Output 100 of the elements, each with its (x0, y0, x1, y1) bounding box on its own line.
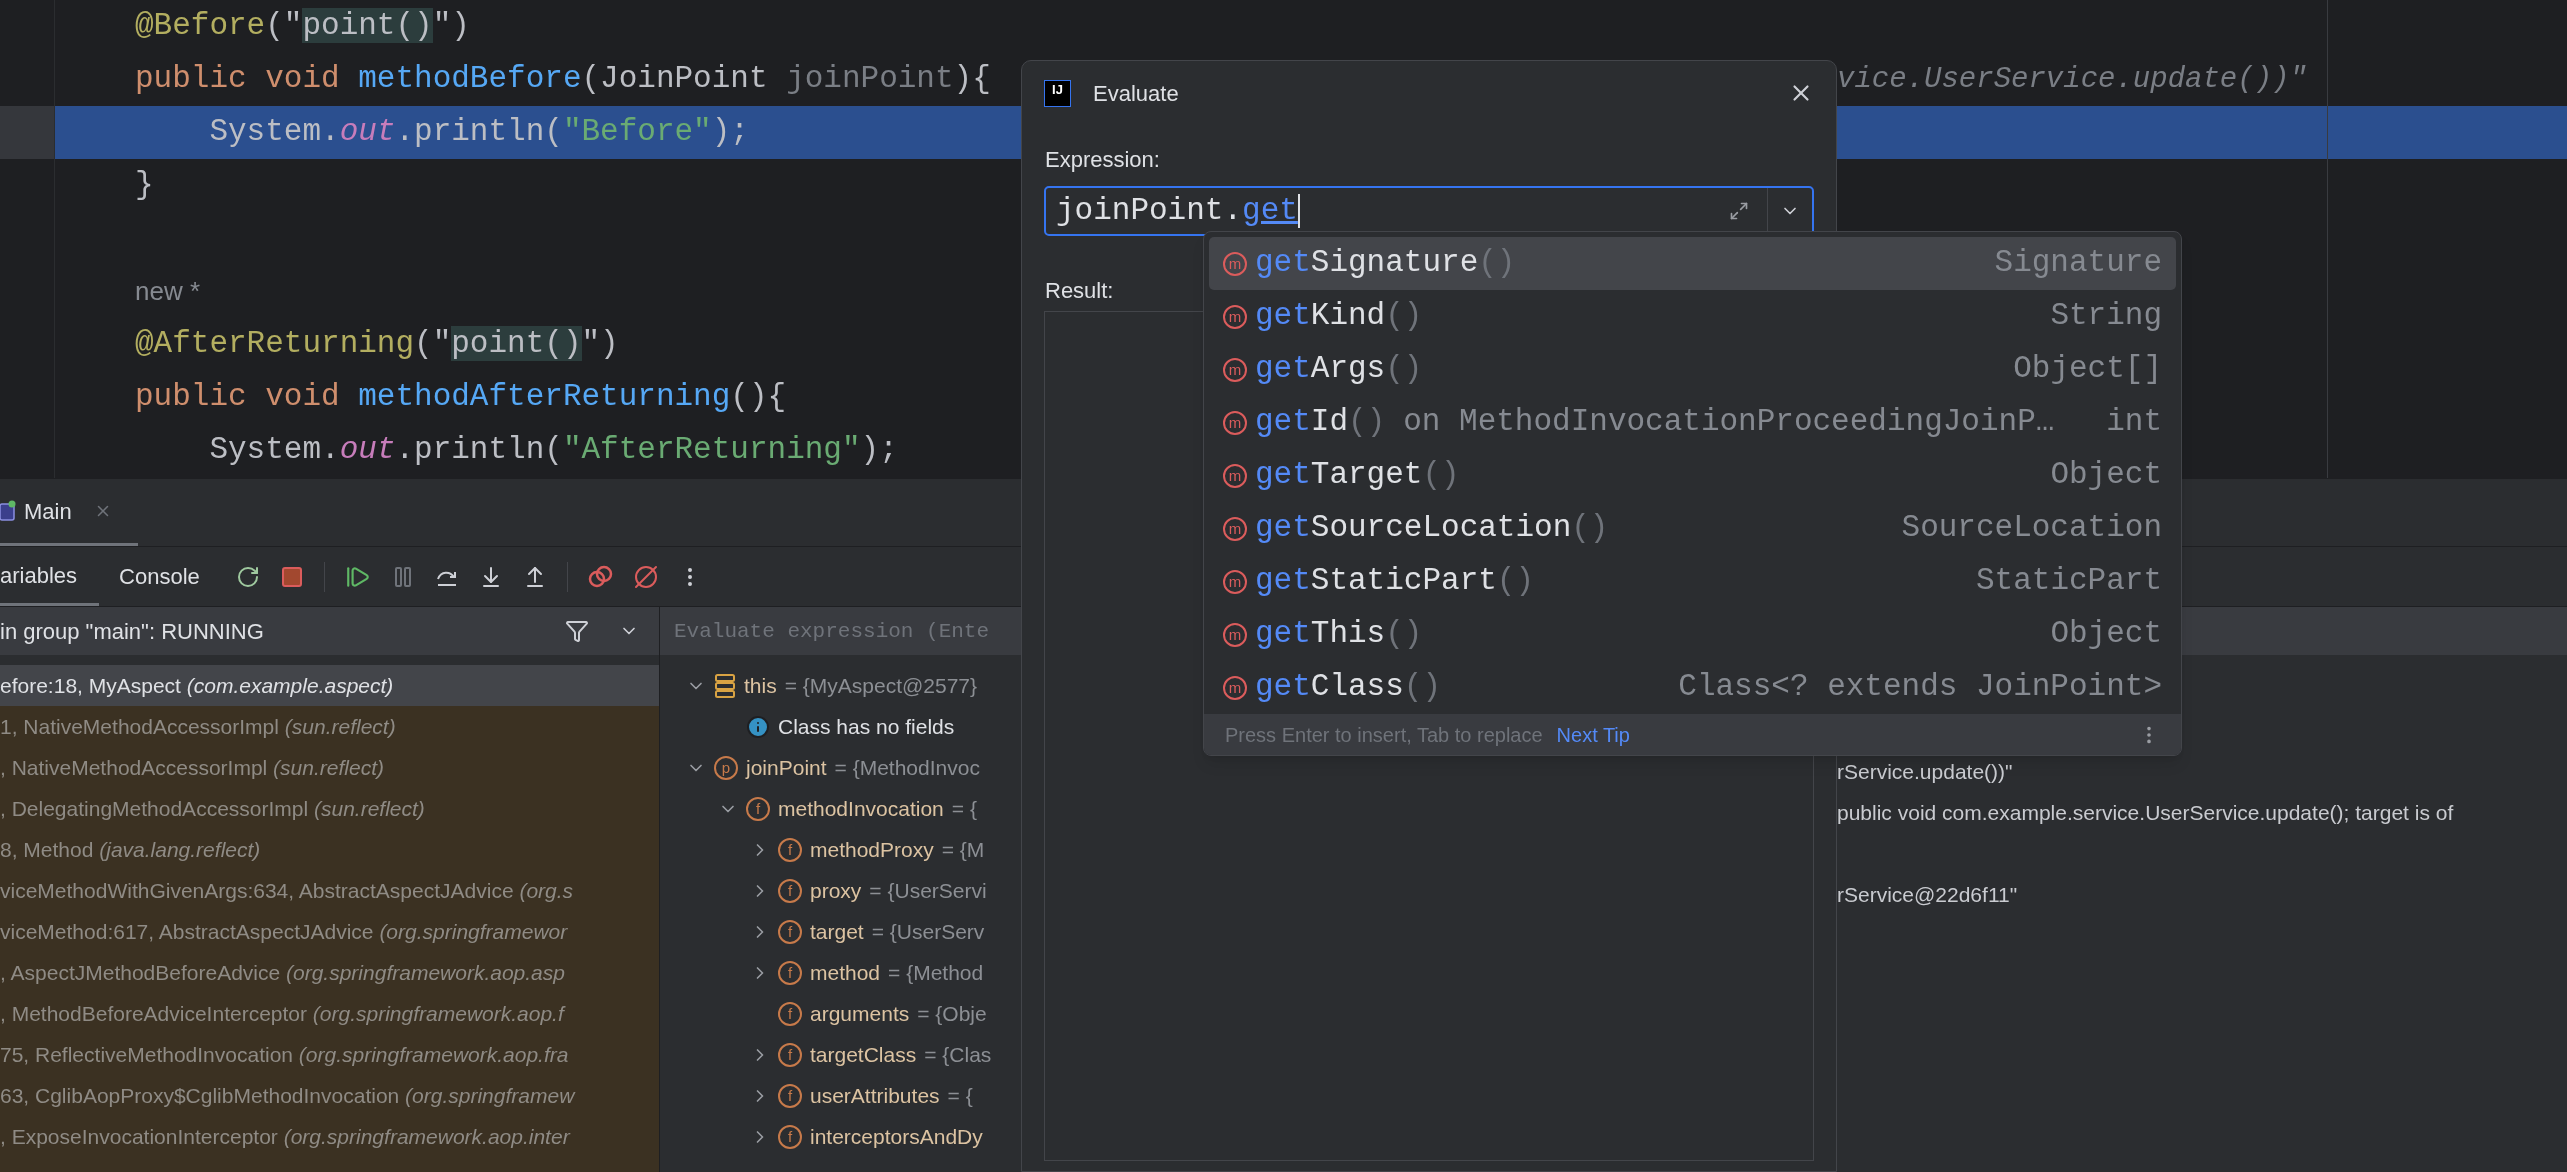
method-badge-icon: m (1223, 569, 1247, 594)
variable-name: this (744, 672, 777, 699)
expand-icon[interactable] (1729, 201, 1749, 221)
expression-label: Expression: (1045, 146, 1160, 174)
return-type: SourceLocation (1901, 509, 2162, 548)
variable-name: arguments (810, 1000, 910, 1027)
filter-icon[interactable] (565, 619, 589, 643)
variable-value: rService@22d6f11" (1836, 881, 2018, 908)
variable-value: = {M (941, 836, 985, 863)
completion-item[interactable]: m getArgs() Object[] (1209, 343, 2176, 396)
panel-tab[interactable]: Console (99, 547, 222, 606)
variable-name: proxy (810, 877, 862, 904)
variable-name: target (810, 918, 864, 945)
completion-item[interactable]: m getStaticPart() StaticPart (1209, 555, 2176, 608)
stack-frame[interactable]: 75, ReflectiveMethodInvocation (org.springframework.aop.fra (0, 1034, 659, 1075)
completion-item[interactable]: m getSignature() Signature (1209, 237, 2176, 290)
breakpoints-icon[interactable] (587, 563, 614, 590)
stack-frame[interactable]: , ExposeInvocationInterceptor (org.springframework.aop.inter (0, 1116, 659, 1157)
badge-icon: f (746, 796, 770, 821)
code-line: System.out.println("AfterReturning"); (208, 431, 898, 470)
variable-value: = { (947, 1082, 973, 1109)
stack-frame[interactable]: , MethodBeforeAdviceInterceptor (org.springframework.aop.f (0, 993, 659, 1034)
variable-name: methodProxy (810, 836, 934, 863)
variable-value: = { (951, 795, 977, 822)
info-message: Class has no fields (778, 713, 955, 740)
completion-item[interactable]: m getTarget() Object (1209, 449, 2176, 502)
return-type: String (2050, 297, 2162, 336)
stack-icon (714, 672, 736, 699)
variable-name: userAttributes (810, 1082, 940, 1109)
variable-value: = {MyAspect@2577} (784, 672, 978, 699)
method-badge-icon: m (1223, 516, 1247, 541)
method-badge-icon: m (1223, 463, 1247, 488)
badge-icon: f (778, 960, 802, 985)
stack-frame[interactable]: viceMethod:617, AbstractAspectJAdvice (org.springframewor (0, 911, 659, 952)
stop-icon[interactable] (279, 564, 304, 589)
debug-tab[interactable]: Main (0, 479, 138, 546)
info-icon (746, 714, 770, 739)
code-line: System.out.println("Before"); (208, 113, 749, 152)
return-type: Object (2050, 456, 2162, 495)
app-icon (0, 500, 16, 522)
badge-icon: f (778, 1083, 802, 1108)
method-badge-icon: m (1223, 357, 1247, 382)
return-type: int (2106, 403, 2162, 442)
badge-icon: f (778, 1124, 802, 1149)
stack-frame[interactable]: , DelegatingMethodAccessorImpl (sun.reflect) (0, 788, 659, 829)
variable-name: interceptorsAndDy (810, 1123, 983, 1150)
dialog-title: Evaluate (1093, 79, 1179, 108)
method-badge-icon: m (1223, 251, 1247, 276)
stack-frame[interactable]: 63, CglibAopProxy$CglibMethodInvocation (org.springframew (0, 1075, 659, 1116)
inline-hint: vice.UserService.update())" (1837, 61, 2307, 98)
return-type: Signature (1994, 244, 2162, 283)
thread-selector[interactable]: in group "main": RUNNING (0, 607, 659, 655)
method-name: getTarget() (1255, 456, 1460, 495)
method-badge-icon: m (1223, 622, 1247, 647)
variable-value: = {Obje (917, 1000, 987, 1027)
badge-icon: f (778, 1001, 802, 1026)
location-hint: on MethodInvocationProceedingJoinP… (1403, 403, 2055, 442)
rerun-icon[interactable] (235, 564, 260, 589)
variable-name: methodInvocation (778, 795, 944, 822)
completion-item[interactable]: m getThis() Object (1209, 608, 2176, 661)
variable-value: = {UserServi (869, 877, 987, 904)
badge-icon: f (778, 878, 802, 903)
method-name: getKind() (1255, 297, 1423, 336)
inlay-hint[interactable]: new * (135, 272, 201, 311)
badge-icon: f (778, 837, 802, 862)
stack-frame[interactable]: viceMethodWithGivenArgs:634, AbstractAspectJAdvice (org.s (0, 870, 659, 911)
code-line: @Before("point()") (135, 7, 470, 46)
badge-icon: p (714, 755, 738, 780)
code-line: public void methodAfterReturning(){ (135, 378, 787, 417)
method-name: getStaticPart() (1255, 562, 1535, 601)
method-badge-icon: m (1223, 675, 1247, 700)
mute-breakpoints-icon[interactable] (633, 564, 658, 589)
code-line: @AfterReturning("point()") (135, 325, 619, 364)
variable-name: method (810, 959, 881, 986)
stack-frame[interactable]: efore:18, MyAspect (com.example.aspect) (0, 665, 659, 706)
return-type: Class<? extends JoinPoint> (1678, 668, 2162, 707)
stack-frame[interactable]: 1, NativeMethodAccessorImpl (sun.reflect) (0, 706, 659, 747)
completion-hint: Press Enter to insert, Tab to replace (1225, 722, 1543, 748)
completion-item[interactable]: m getSourceLocation() SourceLocation (1209, 502, 2176, 555)
completion-item[interactable]: m getKind() String (1209, 290, 2176, 343)
variable-value: = {Clas (924, 1041, 992, 1068)
result-label: Result: (1045, 277, 1114, 305)
completion-item[interactable]: m getId() on MethodInvocationProceedingJoinP… int (1209, 396, 2176, 449)
method-name: getId() (1255, 403, 1386, 442)
method-badge-icon: m (1223, 304, 1247, 329)
variable-value: = {MethodInvoc (834, 754, 980, 781)
variable-value: public void com.example.service.UserService.update(); target is of (1836, 799, 2454, 826)
code-line: } (135, 166, 154, 205)
variable-name: targetClass (810, 1041, 917, 1068)
method-name: getClass() (1255, 668, 1442, 707)
return-type: StaticPart (1975, 562, 2162, 601)
return-type: Object[] (2013, 350, 2162, 389)
stack-frame[interactable]: 8, Method (java.lang.reflect) (0, 829, 659, 870)
variable-value: rService.update())" (1836, 758, 2013, 785)
completion-item[interactable]: m getClass() Class<? extends JoinPoint> (1209, 661, 2176, 714)
stack-frame[interactable]: , NativeMethodAccessorImpl (sun.reflect) (0, 747, 659, 788)
stack-frame[interactable]: , AspectJMethodBeforeAdvice (org.springframework.aop.asp (0, 952, 659, 993)
method-name: getArgs() (1255, 350, 1423, 389)
method-name: getSourceLocation() (1255, 509, 1609, 548)
method-name: getSignature() (1255, 244, 1516, 283)
